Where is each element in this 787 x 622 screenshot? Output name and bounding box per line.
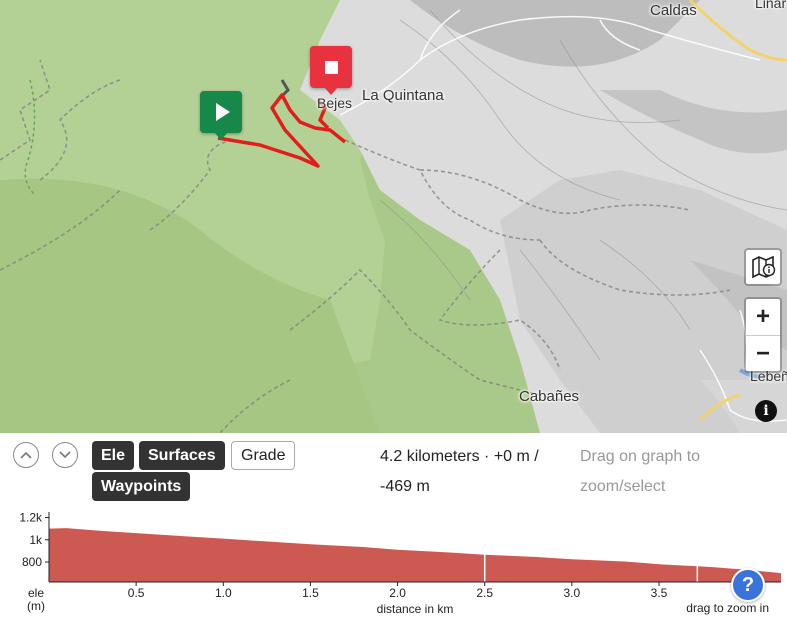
elevation-chart[interactable]: 1.2k 1k 800 0.5 1.0 1.5 2.0 2.5 3.0 3.5 ele(m) dist… [0, 500, 787, 622]
map-layers-button[interactable] [744, 248, 782, 286]
route-stats: 4.2 kilometers · +0 m / -469 m [380, 448, 539, 495]
zoom-note: drag to zoom in [686, 601, 769, 615]
play-icon [216, 103, 230, 121]
place-label: Caldas [650, 2, 697, 19]
stop-icon [324, 60, 338, 74]
tab-grade[interactable]: Grade [231, 441, 296, 470]
x-tick-label: 3.0 [564, 586, 581, 600]
x-axis-label: distance in km [377, 602, 454, 616]
attribution-info-button[interactable]: i [755, 400, 777, 422]
collapse-down-button[interactable] [52, 442, 78, 468]
y-tick-label: 1.2k [19, 511, 43, 525]
elevation-area [49, 528, 781, 582]
help-button[interactable]: ? [731, 568, 765, 602]
zoom-hint: Drag on graph to zoom/select [580, 448, 701, 495]
place-label: Bejes [317, 95, 353, 111]
collapse-up-button[interactable] [13, 442, 39, 468]
end-marker[interactable] [310, 46, 352, 95]
map-layers-icon [752, 255, 776, 279]
y-tick-label: 1k [29, 533, 43, 547]
y-tick-label: 800 [22, 555, 42, 569]
tab-surfaces[interactable]: Surfaces [139, 441, 225, 470]
chevron-down-icon [59, 451, 71, 459]
zoom-in-button[interactable]: + [746, 299, 780, 335]
x-tick-label: 1.0 [215, 586, 232, 600]
map-view[interactable]: Caldas Linar Bejes La Quintana Cabañes L… [0, 0, 787, 433]
x-tick-label: 0.5 [128, 586, 145, 600]
x-tick-label: 1.5 [302, 586, 319, 600]
y-axis-label: (m) [27, 599, 45, 613]
start-marker[interactable] [200, 91, 242, 140]
tab-ele[interactable]: Ele [92, 441, 135, 470]
x-tick-label: 2.5 [476, 586, 493, 600]
chevron-up-icon [20, 451, 32, 459]
zoom-control: + − [744, 297, 782, 373]
place-label: La Quintana [362, 87, 444, 104]
x-tick-label: 3.5 [651, 586, 668, 600]
zoom-out-button[interactable]: − [746, 335, 780, 371]
x-tick-label: 2.0 [389, 586, 406, 600]
place-label: Linar [755, 0, 787, 11]
tab-waypoints[interactable]: Waypoints [92, 472, 191, 501]
terrain-layer [0, 0, 787, 433]
y-axis-label: ele [28, 586, 44, 600]
place-label: Cabañes [519, 388, 580, 405]
